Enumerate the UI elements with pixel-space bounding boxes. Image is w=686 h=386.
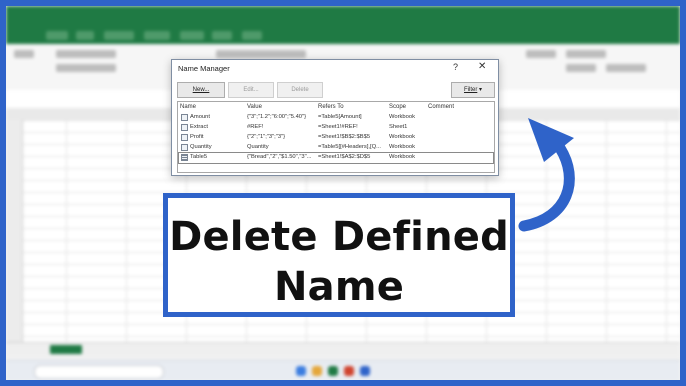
row-refers-to: =Sheet1!#REF!	[318, 124, 358, 130]
taskbar-search	[34, 365, 164, 379]
row-scope: Workbook	[389, 144, 415, 150]
row-value: Quantity	[247, 144, 269, 150]
table-icon	[181, 154, 188, 161]
banner-title: Delete Defined Name	[168, 212, 510, 312]
dialog-title: Name Manager	[178, 64, 230, 73]
excel-title-bar	[6, 6, 680, 28]
edit-button[interactable]: Edit...	[228, 82, 274, 98]
row-scope: Workbook	[389, 114, 415, 120]
row-scope: Workbook	[389, 134, 415, 140]
row-headers	[6, 120, 23, 342]
row-refers-to: =Sheet1!$A$2:$D$5	[318, 154, 371, 160]
delete-button[interactable]: Delete	[277, 82, 323, 98]
name-icon	[181, 114, 188, 121]
chevron-down-icon: ▾	[479, 87, 483, 93]
row-name: Profit	[190, 134, 204, 140]
column-header-name[interactable]: Name	[180, 104, 196, 110]
row-value: #REF!	[247, 124, 264, 130]
row-refers-to: =Table5[Amount]	[318, 114, 362, 120]
row-value: {"3";"1.2";"6:00";"5.40"}	[247, 114, 307, 120]
close-icon[interactable]: ✕	[478, 61, 486, 72]
list-item-selected[interactable]: Table5 {"Bread","2","$1.50","3"... =Shee…	[178, 152, 494, 164]
row-name: Extract	[190, 124, 209, 130]
list-item[interactable]: Extract #REF! =Sheet1!#REF! Sheet1	[179, 123, 493, 133]
column-header-refers-to[interactable]: Refers To	[318, 104, 344, 110]
column-header-scope[interactable]: Scope	[389, 104, 406, 110]
column-header-comment[interactable]: Comment	[428, 104, 454, 110]
name-icon	[181, 124, 188, 131]
row-value: {"2";"1";"3";"3"}	[247, 134, 286, 140]
ribbon-tabs	[6, 28, 680, 44]
names-list[interactable]: Name Value Refers To Scope Comment Amoun…	[177, 101, 495, 173]
name-icon	[181, 134, 188, 141]
row-value: {"Bread","2","$1.50","3"...	[247, 154, 312, 160]
list-item[interactable]: Profit {"2";"1";"3";"3"} =Sheet1!$B$2:$B…	[179, 133, 493, 143]
list-item[interactable]: Quantity Quantity =Table5[[#Headers],[Q.…	[179, 143, 493, 153]
list-item[interactable]: Amount {"3";"1.2";"6:00";"5.40"} =Table5…	[179, 113, 493, 123]
row-scope: Workbook	[389, 154, 415, 160]
name-icon	[181, 144, 188, 151]
sheet-tab-bar	[6, 342, 680, 357]
column-header-value[interactable]: Value	[247, 104, 262, 110]
row-name: Quantity	[190, 144, 212, 150]
name-manager-dialog: Name Manager ? ✕ New... Edit... Delete F…	[171, 59, 499, 176]
row-name: Table5	[190, 154, 208, 160]
row-scope: Sheet1	[389, 124, 408, 130]
curved-arrow-icon	[518, 118, 575, 232]
new-button[interactable]: New...	[177, 82, 225, 98]
row-refers-to: =Table5[[#Headers],[Q...	[318, 144, 381, 150]
filter-button[interactable]: Filter ▾	[451, 82, 495, 98]
title-banner: Delete Defined Name	[163, 193, 515, 317]
row-name: Amount	[190, 114, 210, 120]
sheet-tab	[50, 345, 82, 354]
row-refers-to: =Sheet1!$B$2:$B$5	[318, 134, 371, 140]
help-icon[interactable]: ?	[453, 62, 458, 72]
banner-line-2: Name	[273, 264, 405, 310]
banner-line-1: Delete Defined	[169, 214, 509, 260]
windows-taskbar	[6, 360, 680, 380]
